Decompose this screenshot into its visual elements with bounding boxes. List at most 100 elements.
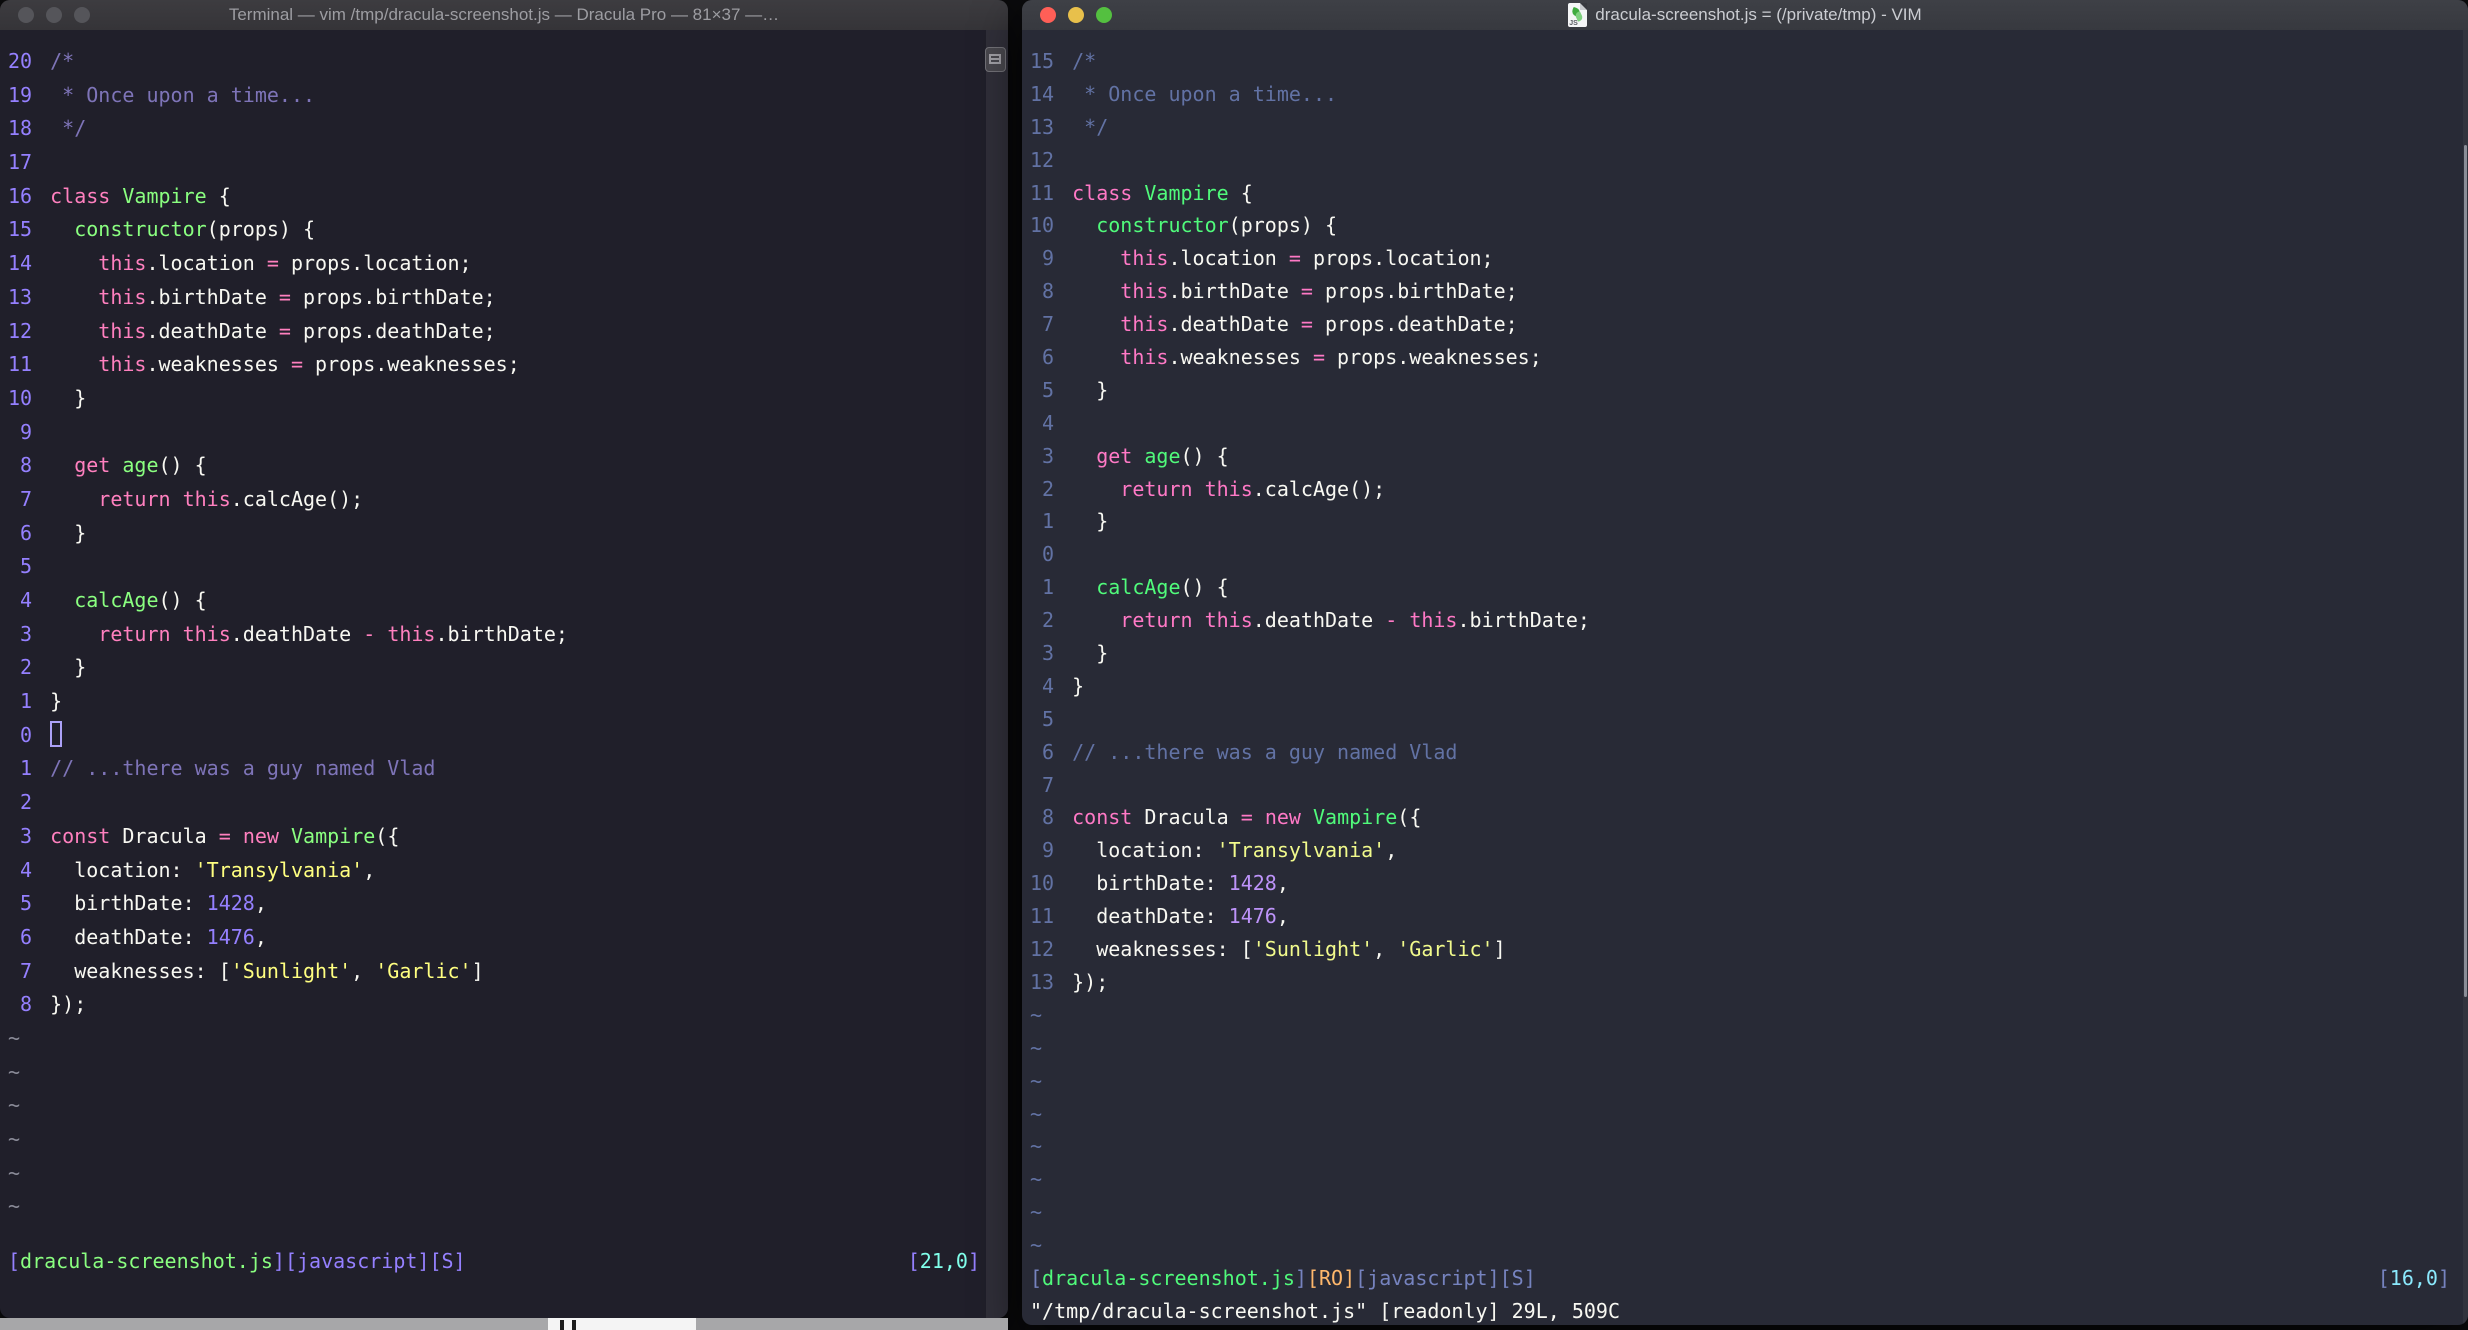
code-token: () {: [1180, 575, 1229, 600]
macvim-scrollbar-thumb[interactable]: [2464, 145, 2467, 997]
code-line: 10 constructor(props) {: [1030, 209, 2460, 242]
tilde-marker: ~: [8, 1160, 21, 1185]
code-token: =: [218, 823, 231, 848]
code-token: this: [1204, 608, 1253, 633]
line-number: 5: [20, 891, 33, 916]
code-token: this: [1204, 476, 1253, 501]
code-token: 21,0: [919, 1248, 968, 1273]
tilde-marker: ~: [1030, 1068, 1043, 1093]
code-token: =: [1288, 246, 1301, 271]
code-token: () {: [158, 588, 207, 612]
code-token: 'Sunlight': [230, 958, 352, 983]
minimize-button-inactive[interactable]: [46, 7, 62, 23]
code-token: 'Garlic': [375, 958, 472, 983]
code-token: calcAge: [74, 588, 159, 612]
code-token: }: [1072, 673, 1085, 698]
code-token: }: [50, 385, 87, 410]
close-button[interactable]: [1040, 7, 1056, 23]
code-line: 12 weaknesses: ['Sunlight', 'Garlic']: [1030, 933, 2460, 966]
code-token: });: [1072, 969, 1109, 994]
code-token: calcAge: [1096, 575, 1181, 600]
code-token: props.location;: [1300, 246, 1494, 271]
code-token: }: [1072, 377, 1109, 402]
code-token: 1428: [1228, 871, 1277, 896]
code-token: get: [1096, 443, 1133, 468]
line-number: 12: [1030, 937, 1055, 962]
line-number: 6: [20, 924, 33, 949]
minimize-button[interactable]: [1068, 7, 1084, 23]
terminal-vim-text-area[interactable]: 20/* 19 * Once upon a time... 18 */17 16 cla…: [0, 30, 1008, 1318]
line-number: 5: [20, 554, 33, 579]
code-token: // ...there was a guy named Vlad: [50, 756, 436, 781]
code-token: */: [1072, 114, 1109, 139]
code-token: props.weaknesses;: [303, 352, 520, 377]
code-line: 19 * Once upon a time...: [8, 79, 984, 113]
code-line: 14 this.location = props.location;: [8, 247, 984, 281]
vim-statusline: [dracula-screenshot.js][RO][javascript][…: [1030, 1262, 2460, 1295]
code-token: ,: [1373, 937, 1398, 962]
code-token: this: [1409, 608, 1458, 633]
zoom-button[interactable]: [1096, 7, 1112, 23]
code-token: =: [290, 352, 304, 377]
code-token: .deathDate: [230, 621, 364, 646]
terminal-titlebar[interactable]: Terminal — vim /tmp/dracula-screenshot.j…: [0, 0, 1008, 30]
terminal-scrollbar[interactable]: [985, 30, 1008, 1318]
line-number: 7: [1042, 312, 1055, 337]
code-token: props.deathDate;: [1312, 312, 1518, 337]
code-token: constructor: [1096, 213, 1229, 238]
code-token: ,: [363, 857, 376, 882]
code-token: props.birthDate;: [1312, 279, 1518, 304]
code-token: .birthDate;: [1457, 608, 1590, 633]
code-token: ]: [471, 958, 484, 983]
code-token: =: [266, 251, 279, 276]
code-line: 4}: [1030, 670, 2460, 703]
code-token: [: [907, 1248, 920, 1273]
code-token: return: [1120, 608, 1193, 633]
code-token: class: [50, 183, 111, 208]
code-line: 3 }: [1030, 637, 2460, 670]
code-line: 7: [1030, 769, 2460, 802]
line-number: 1: [20, 756, 33, 781]
line-number: 19: [8, 82, 33, 107]
split-pane-button[interactable]: [985, 47, 1006, 72]
code-token: props.deathDate;: [290, 318, 496, 343]
code-token: .deathDate: [146, 318, 279, 343]
tilde-marker: ~: [8, 1059, 21, 1084]
close-button-inactive[interactable]: [18, 7, 34, 23]
code-token: [: [1030, 1265, 1043, 1290]
code-token: }: [50, 655, 87, 680]
code-token: 1476: [206, 924, 255, 949]
zoom-button-inactive[interactable]: [74, 7, 90, 23]
code-token: -: [1385, 608, 1398, 633]
code-token: [: [8, 1248, 21, 1273]
code-token: 'Transylvania': [194, 857, 364, 882]
traffic-lights: [1040, 0, 1112, 30]
code-token: this: [98, 284, 147, 309]
code-token: this: [98, 318, 147, 343]
code-line: 1 // ...there was a guy named Vlad: [8, 752, 984, 786]
line-number: 7: [20, 958, 33, 983]
code-line: 3 return this.deathDate - this.birthDate…: [8, 618, 984, 652]
code-token: .location: [146, 251, 267, 276]
macvim-scrollbar-track[interactable]: [2463, 30, 2468, 1325]
macvim-titlebar[interactable]: JS dracula-screenshot.js = (/private/tmp…: [1022, 0, 2468, 30]
code-line: 2: [8, 786, 984, 820]
code-line: 1}: [8, 685, 984, 719]
code-line: 9 this.location = props.location;: [1030, 242, 2460, 275]
line-number: 4: [20, 588, 33, 612]
code-token: 1476: [1228, 904, 1277, 929]
line-number: 2: [20, 655, 33, 680]
line-number: 6: [20, 520, 33, 545]
macvim-text-area[interactable]: 15/* 14 * Once upon a time... 13 */12 11 cla…: [1022, 30, 2468, 1325]
code-token: (props) {: [206, 217, 316, 242]
code-token: Vampire: [290, 823, 376, 848]
code-line: 10 }: [8, 382, 984, 416]
